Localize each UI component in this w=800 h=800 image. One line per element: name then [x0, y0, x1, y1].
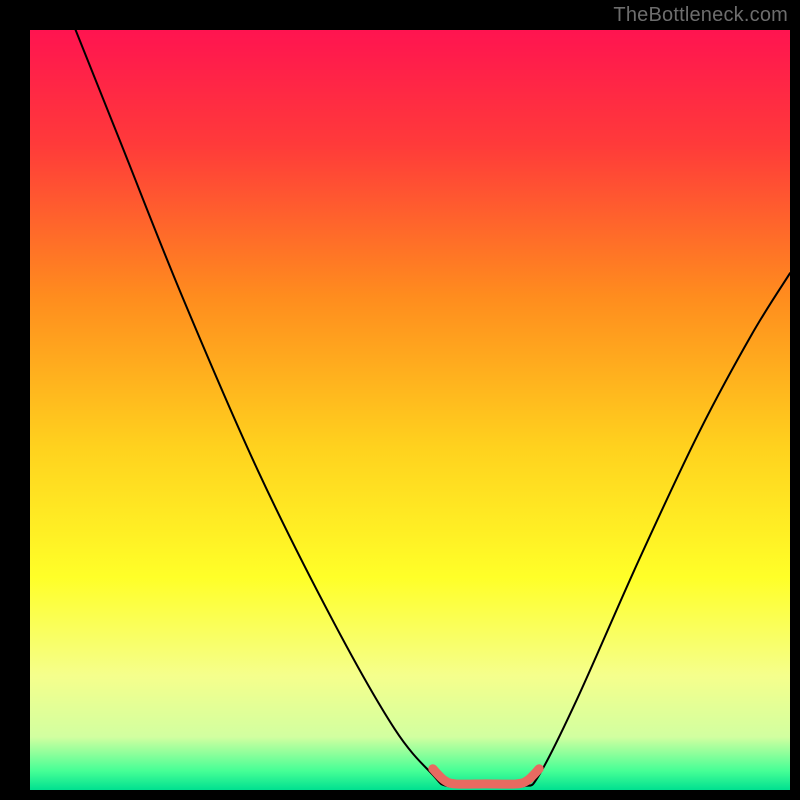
watermark-text: TheBottleneck.com	[613, 4, 788, 27]
chart-container: TheBottleneck.com	[0, 0, 800, 800]
chart-svg	[0, 0, 800, 800]
plot-background	[30, 30, 790, 790]
